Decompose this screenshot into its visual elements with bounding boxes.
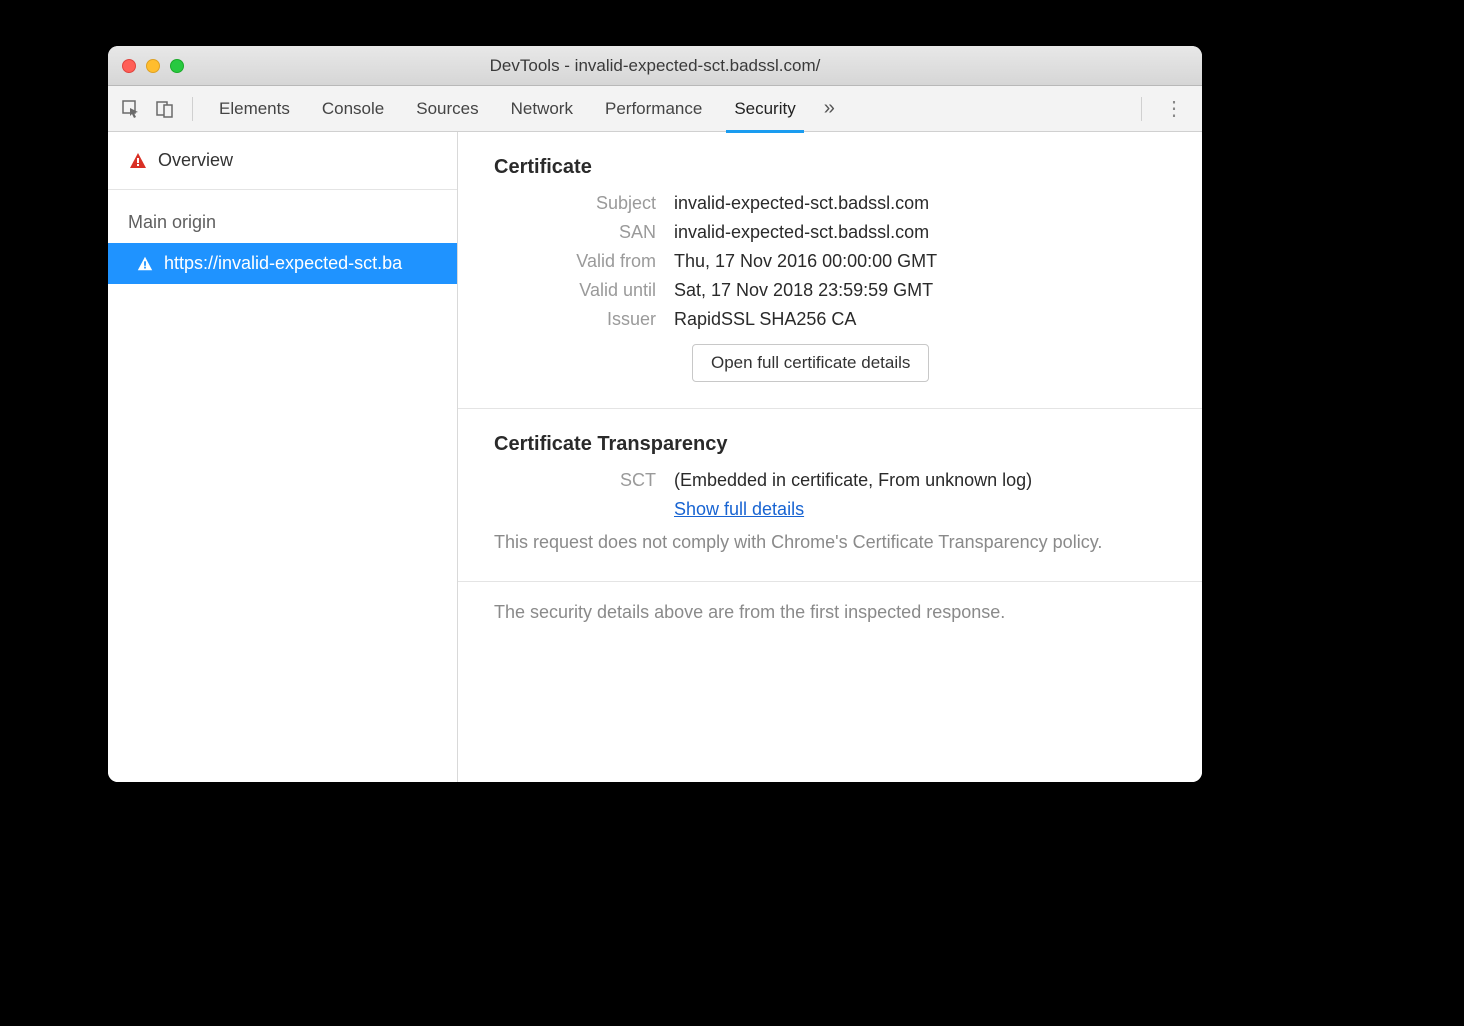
ct-heading: Certificate Transparency xyxy=(494,433,1166,456)
cert-issuer-value: RapidSSL SHA256 CA xyxy=(674,309,1166,330)
origin-item[interactable]: https://invalid-expected-sct.ba xyxy=(108,243,457,284)
certificate-section: Certificate Subject invalid-expected-sct… xyxy=(458,132,1202,409)
cert-validfrom-row: Valid from Thu, 17 Nov 2016 00:00:00 GMT xyxy=(494,251,1166,272)
certificate-heading: Certificate xyxy=(494,156,1166,179)
more-tabs-icon[interactable]: » xyxy=(812,97,847,120)
ct-sct-label: SCT xyxy=(494,470,674,491)
titlebar: DevTools - invalid-expected-sct.badssl.c… xyxy=(108,46,1202,86)
traffic-lights xyxy=(108,59,184,73)
close-window-button[interactable] xyxy=(122,59,136,73)
devtools-tabbar: Elements Console Sources Network Perform… xyxy=(108,86,1202,132)
warning-triangle-icon xyxy=(128,151,148,171)
separator xyxy=(1141,97,1142,121)
footer-note: The security details above are from the … xyxy=(458,582,1202,643)
warning-triangle-icon xyxy=(136,255,154,273)
cert-issuer-label: Issuer xyxy=(494,309,674,330)
security-content: Certificate Subject invalid-expected-sct… xyxy=(458,132,1202,782)
ct-sct-value: (Embedded in certificate, From unknown l… xyxy=(674,470,1166,491)
tab-console[interactable]: Console xyxy=(306,86,400,132)
cert-san-label: SAN xyxy=(494,222,674,243)
devtools-window: DevTools - invalid-expected-sct.badssl.c… xyxy=(108,46,1202,782)
cert-validuntil-value: Sat, 17 Nov 2018 23:59:59 GMT xyxy=(674,280,1166,301)
ct-section: Certificate Transparency SCT (Embedded i… xyxy=(458,409,1202,582)
cert-issuer-row: Issuer RapidSSL SHA256 CA xyxy=(494,309,1166,330)
security-sidebar: Overview Main origin https://invalid-exp… xyxy=(108,132,458,782)
tab-performance[interactable]: Performance xyxy=(589,86,718,132)
separator xyxy=(192,97,193,121)
inspect-element-icon[interactable] xyxy=(116,94,146,124)
origin-url: https://invalid-expected-sct.ba xyxy=(164,253,402,274)
cert-san-value: invalid-expected-sct.badssl.com xyxy=(674,222,1166,243)
cert-san-row: SAN invalid-expected-sct.badssl.com xyxy=(494,222,1166,243)
cert-validuntil-label: Valid until xyxy=(494,280,674,301)
sidebar-overview[interactable]: Overview xyxy=(108,132,457,190)
minimize-window-button[interactable] xyxy=(146,59,160,73)
tab-security[interactable]: Security xyxy=(718,86,811,132)
window-title: DevTools - invalid-expected-sct.badssl.c… xyxy=(108,56,1202,76)
overview-label: Overview xyxy=(158,150,233,171)
cert-validfrom-value: Thu, 17 Nov 2016 00:00:00 GMT xyxy=(674,251,1166,272)
panel-body: Overview Main origin https://invalid-exp… xyxy=(108,132,1202,782)
ct-sct-row: SCT (Embedded in certificate, From unkno… xyxy=(494,470,1166,491)
cert-validfrom-label: Valid from xyxy=(494,251,674,272)
cert-subject-row: Subject invalid-expected-sct.badssl.com xyxy=(494,193,1166,214)
open-certificate-button[interactable]: Open full certificate details xyxy=(692,344,929,382)
cert-validuntil-row: Valid until Sat, 17 Nov 2018 23:59:59 GM… xyxy=(494,280,1166,301)
ct-link-row: Show full details xyxy=(494,499,1166,520)
show-full-details-link[interactable]: Show full details xyxy=(674,499,804,519)
cert-subject-label: Subject xyxy=(494,193,674,214)
tab-elements[interactable]: Elements xyxy=(203,86,306,132)
device-toolbar-icon[interactable] xyxy=(150,94,180,124)
main-origin-heading: Main origin xyxy=(108,190,457,243)
ct-compliance-note: This request does not comply with Chrome… xyxy=(494,530,1166,555)
tab-network[interactable]: Network xyxy=(495,86,589,132)
tab-sources[interactable]: Sources xyxy=(400,86,494,132)
zoom-window-button[interactable] xyxy=(170,59,184,73)
menu-icon[interactable]: ⋮ xyxy=(1152,96,1196,121)
cert-subject-value: invalid-expected-sct.badssl.com xyxy=(674,193,1166,214)
